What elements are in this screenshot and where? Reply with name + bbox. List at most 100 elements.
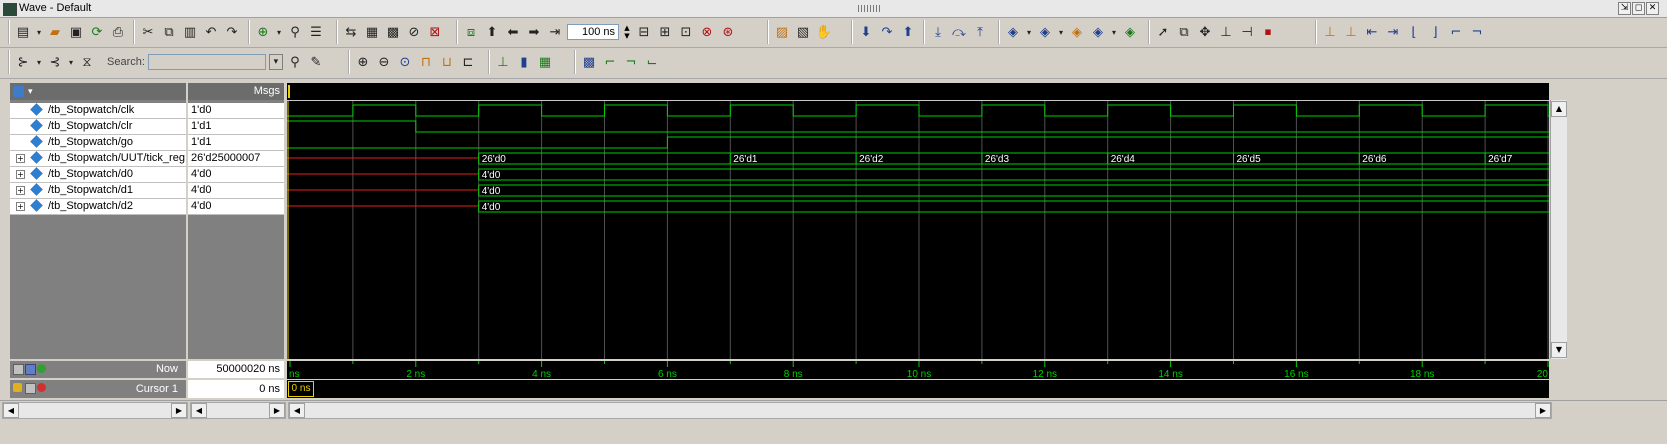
expand-toggle-icon[interactable]: + (16, 154, 25, 163)
signal-value-row[interactable]: 1'd0 (188, 103, 284, 119)
signal-row[interactable]: /tb_Stopwatch/clr (10, 119, 186, 135)
wave-hscroll[interactable]: ◀ ▶ (288, 402, 1552, 419)
scroll-right-button[interactable]: ▶ (171, 403, 187, 418)
signal-row[interactable]: + /tb_Stopwatch/d0 (10, 167, 186, 183)
signal-value-row[interactable]: 4'd0 (188, 167, 284, 183)
scroll-left-button[interactable]: ◀ (3, 403, 19, 418)
scroll-left-button[interactable]: ◀ (191, 403, 207, 418)
format-icon[interactable]: ☰ (307, 23, 325, 41)
memory-icon[interactable]: ▧ (794, 23, 812, 41)
step-over-2-icon[interactable]: ⤼ (950, 23, 968, 41)
expand-toggle-icon[interactable]: + (16, 202, 25, 211)
chevron-down-icon[interactable]: ▾ (28, 83, 33, 100)
search-options-icon[interactable]: ✎ (307, 53, 325, 71)
chevron-down-icon[interactable]: ▾ (35, 53, 43, 71)
search-dropdown-icon[interactable]: ▾ (268, 54, 283, 70)
close-button[interactable]: ✕ (1646, 2, 1659, 15)
bookmark-list-icon[interactable]: ◈ (1089, 23, 1107, 41)
lock-icon[interactable] (13, 383, 22, 392)
print-icon[interactable]: ⎙ (109, 23, 127, 41)
prev-transition-icon[interactable]: ⇤ (1363, 23, 1381, 41)
stop-drawing-icon[interactable]: ⏹ (1259, 23, 1277, 41)
add-cursor-icon[interactable]: ⊥ (1321, 23, 1339, 41)
edit-cursor-icon[interactable] (25, 383, 36, 394)
edge-rise-icon[interactable]: ⌐ (601, 53, 619, 71)
up-arrow-icon[interactable]: ⬆ (483, 23, 501, 41)
simulate-icon[interactable]: ▩ (384, 23, 402, 41)
scroll-up-button[interactable]: ▲ (1551, 101, 1567, 117)
undo-icon[interactable]: ↶ (202, 23, 220, 41)
search-input[interactable] (147, 54, 266, 70)
wave-canvas[interactable]: 26'd0 26'd1 26'd2 26'd3 26'd4 26'd5 26'd6 26'd7… (287, 83, 1549, 359)
reload-icon[interactable]: ⟳ (88, 23, 106, 41)
step-out-icon[interactable]: ⬆ (899, 23, 917, 41)
signal-row[interactable]: + /tb_Stopwatch/d2 (10, 199, 186, 215)
chevron-down-icon[interactable]: ▾ (35, 23, 43, 41)
measure-mode-icon[interactable]: ⊣ (1238, 23, 1256, 41)
zoom-out-icon[interactable]: ⊖ (375, 53, 393, 71)
wave-cursor-marker[interactable] (288, 85, 290, 98)
scroll-left-button[interactable]: ◀ (289, 403, 305, 418)
step-icon[interactable]: ⬇ (857, 23, 875, 41)
stop-icon[interactable]: ⊠ (426, 23, 444, 41)
run-length-field[interactable]: 100 ns (567, 24, 619, 40)
bookmark-add-icon[interactable]: ◈ (1036, 23, 1054, 41)
wave-view-icon[interactable]: ⊥ (494, 53, 512, 71)
performance-icon[interactable]: ▨ (773, 23, 791, 41)
expand-toggle-icon[interactable]: + (16, 170, 25, 179)
zoom-cursor-icon[interactable]: ⊓ (417, 53, 435, 71)
continue-icon[interactable]: ⊞ (656, 23, 674, 41)
cursor-label[interactable]: Cursor 1 (136, 383, 178, 395)
edge-fall-icon[interactable]: ¬ (622, 53, 640, 71)
redo-icon[interactable]: ↷ (223, 23, 241, 41)
zoom-mode-icon[interactable]: ⧉ (1175, 23, 1193, 41)
scroll-right-button[interactable]: ▶ (1535, 403, 1551, 418)
run-all-icon[interactable]: ⊡ (677, 23, 695, 41)
pan-mode-icon[interactable]: ✥ (1196, 23, 1214, 41)
signal-value-row[interactable]: 4'd0 (188, 183, 284, 199)
add-cursor-round-icon[interactable] (37, 364, 46, 373)
bookmark-icon[interactable]: ◈ (1004, 23, 1022, 41)
step-over-icon[interactable]: ↷ (878, 23, 896, 41)
edge-mode-icon[interactable]: ▩ (580, 53, 598, 71)
filter-icon[interactable]: ⧖ (78, 53, 96, 71)
chevron-down-icon[interactable]: ▾ (275, 23, 283, 41)
chevron-down-icon[interactable]: ▾ (1057, 23, 1065, 41)
next-edge-icon[interactable]: ⌋ (1426, 23, 1444, 41)
edge-any-icon[interactable]: ⌙ (643, 53, 661, 71)
wave-layout-icon[interactable]: ▮ (515, 53, 533, 71)
next-transition-icon[interactable]: ⇥ (1384, 23, 1402, 41)
back-arrow-icon[interactable]: ⬅ (504, 23, 522, 41)
cursor-track[interactable]: 0 ns (287, 380, 1549, 398)
expand-icon[interactable]: ⊱ (14, 53, 32, 71)
signal-row[interactable]: /tb_Stopwatch/clk (10, 103, 186, 119)
bookmark-edit-icon[interactable]: ◈ (1068, 23, 1086, 41)
signal-value-row[interactable]: 4'd0 (188, 199, 284, 215)
wave-grid-icon[interactable]: ▦ (536, 53, 554, 71)
stop-sim-icon[interactable]: ⊛ (719, 23, 737, 41)
titlebar-grip[interactable] (858, 5, 880, 12)
step-into-icon[interactable]: ⤓ (929, 23, 947, 41)
now-tools-icon[interactable] (13, 364, 24, 375)
now-window-icon[interactable] (25, 364, 36, 375)
zoom-full-icon[interactable]: ⊙ (396, 53, 414, 71)
break-sim-icon[interactable]: ⊗ (698, 23, 716, 41)
search-find-icon[interactable]: ⚲ (286, 53, 304, 71)
zoom-in-icon[interactable]: ⊕ (354, 53, 372, 71)
prev-edge-icon[interactable]: ⌊ (1405, 23, 1423, 41)
step-out-2-icon[interactable]: ⤒ (971, 23, 989, 41)
dock-button[interactable]: ⇲ (1618, 2, 1631, 15)
forward-arrow-icon[interactable]: ➡ (525, 23, 543, 41)
restore-button[interactable]: ◻ (1632, 2, 1645, 15)
wave-display[interactable]: 26'd0 26'd1 26'd2 26'd3 26'd4 26'd5 26'd6 26'd7… (287, 83, 1549, 359)
scroll-down-button[interactable]: ▼ (1551, 342, 1567, 358)
chevron-down-icon[interactable]: ▾ (1025, 23, 1033, 41)
rising-edge-icon[interactable]: ¬ (1468, 23, 1486, 41)
run-length-spinner[interactable]: ▲ ▼ (622, 24, 632, 40)
hand-icon[interactable]: ✋ (815, 23, 833, 41)
time-ruler[interactable]: ns 2 ns 4 ns 6 ns 8 ns 10 ns 12 ns 14 ns 16 ns 18… (287, 361, 1549, 379)
scroll-right-button[interactable]: ▶ (269, 403, 285, 418)
value-pane-hscroll[interactable]: ◀ ▶ (190, 402, 286, 419)
bookmark-go-icon[interactable]: ◈ (1121, 23, 1139, 41)
select-mode-icon[interactable]: ➚ (1154, 23, 1172, 41)
